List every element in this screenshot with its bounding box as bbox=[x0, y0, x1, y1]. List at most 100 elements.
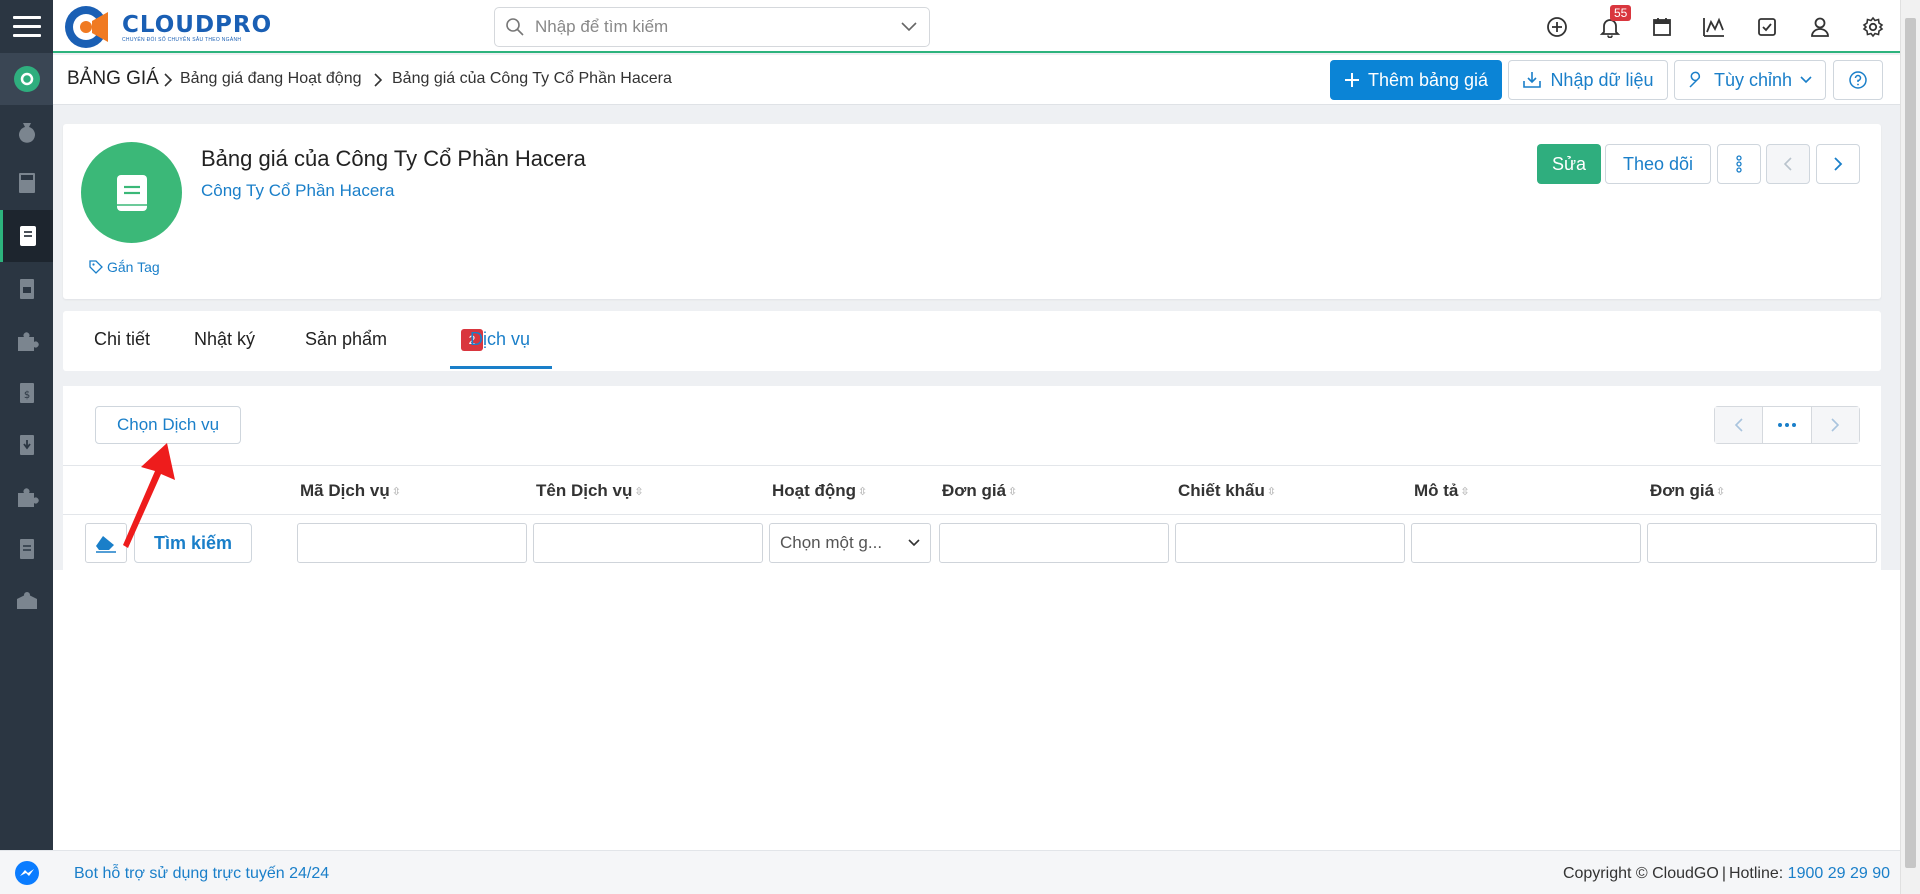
sort-icon: ⇳ bbox=[858, 485, 868, 498]
record-account-link[interactable]: Công Ty Cổ Phần Hacera bbox=[201, 181, 394, 201]
column-header-unit-price[interactable]: Đơn giá ⇳ bbox=[942, 481, 1017, 501]
gear-icon[interactable] bbox=[1859, 13, 1887, 41]
calculator-icon bbox=[18, 173, 35, 193]
filter-discount[interactable] bbox=[1175, 523, 1405, 563]
sidebar-item-extensions[interactable] bbox=[0, 315, 53, 367]
column-label: Chiết khấu bbox=[1178, 481, 1265, 500]
sidebar-item-files[interactable] bbox=[0, 523, 53, 575]
next-record-button[interactable] bbox=[1816, 144, 1860, 184]
sidebar-item-documents[interactable] bbox=[0, 263, 53, 315]
sidebar-item-sales[interactable] bbox=[0, 105, 53, 157]
help-button[interactable] bbox=[1833, 60, 1883, 100]
checkbox-icon[interactable] bbox=[1753, 13, 1781, 41]
breadcrumb-root[interactable]: BẢNG GIÁ bbox=[67, 68, 159, 90]
sort-icon: ⇳ bbox=[1266, 485, 1277, 498]
chevron-right-icon bbox=[374, 73, 383, 87]
sidebar-item-home[interactable] bbox=[0, 53, 53, 105]
logo-name: CLOUDPRO bbox=[122, 11, 273, 38]
copyright-label: Copyright © CloudGO bbox=[1562, 865, 1719, 882]
services-panel: Chọn Dịch vụ Mã Dịch vụ ⇳ Tên Dịch vụ ⇳ Ho… bbox=[63, 386, 1881, 570]
chevron-right-icon bbox=[164, 73, 173, 87]
sidebar-item-calculator[interactable] bbox=[0, 157, 53, 209]
tab-services[interactable]: Dịch vụ bbox=[449, 329, 553, 371]
logo[interactable]: CLOUDPRO CHUYỂN ĐỔI SỐ CHUYÊN SÂU THEO N… bbox=[62, 1, 272, 53]
annotation-arrow-icon bbox=[123, 443, 175, 548]
column-label: Mã Dịch vụ bbox=[300, 481, 390, 500]
tag-icon bbox=[89, 260, 103, 274]
messenger-icon[interactable] bbox=[14, 860, 40, 886]
record-header: Bảng giá của Công Ty Cổ Phần Hacera Công… bbox=[63, 124, 1881, 299]
table-header: Mã Dịch vụ ⇳ Tên Dịch vụ ⇳ Hoạt động ⇳ Đơn … bbox=[63, 465, 1881, 515]
more-actions-button[interactable] bbox=[1717, 144, 1761, 184]
customize-dropdown[interactable]: Tùy chỉnh bbox=[1674, 60, 1826, 100]
sidebar-item-inventory[interactable] bbox=[0, 575, 53, 627]
import-data-label: Nhập dữ liệu bbox=[1550, 69, 1654, 90]
page-menu-button[interactable] bbox=[1762, 407, 1812, 443]
column-header-discount[interactable]: Chiết khấu ⇳ bbox=[1178, 481, 1276, 501]
file-icon bbox=[19, 539, 34, 559]
previous-record-button[interactable] bbox=[1766, 144, 1810, 184]
chart-icon[interactable] bbox=[1700, 13, 1728, 41]
chevron-left-icon bbox=[1783, 157, 1792, 171]
scrollbar-thumb[interactable] bbox=[1905, 18, 1916, 868]
customize-label: Tùy chỉnh bbox=[1713, 69, 1793, 90]
filter-active-select[interactable]: Chọn một g... bbox=[769, 523, 931, 563]
column-header-service-name[interactable]: Tên Dịch vụ ⇳ bbox=[536, 481, 644, 501]
column-header-description[interactable]: Mô tả ⇳ bbox=[1414, 481, 1470, 501]
sidebar-item-pricebook[interactable] bbox=[0, 210, 53, 262]
home-circle-icon bbox=[13, 66, 40, 92]
chevron-down-icon[interactable] bbox=[889, 22, 929, 32]
column-header-service-code[interactable]: Mã Dịch vụ ⇳ bbox=[300, 481, 401, 501]
filter-list-price[interactable] bbox=[1647, 523, 1877, 563]
filter-service-code[interactable] bbox=[297, 523, 527, 563]
breadcrumb-item-active-pricebooks[interactable]: Bảng giá đang Hoạt động bbox=[180, 70, 361, 88]
logo-mark-icon bbox=[65, 6, 114, 48]
menu-toggle-icon[interactable] bbox=[0, 0, 53, 53]
download-icon bbox=[1523, 72, 1542, 88]
column-label: Đơn giá bbox=[942, 481, 1007, 500]
sidebar-item-downloads[interactable] bbox=[0, 419, 53, 471]
edit-button[interactable]: Sửa bbox=[1537, 144, 1601, 184]
support-bot-link[interactable]: Bot hỗ trợ sử dụng trực tuyến 24/24 bbox=[74, 865, 329, 883]
previous-page-button[interactable] bbox=[1715, 407, 1763, 443]
sort-icon: ⇳ bbox=[1008, 485, 1018, 498]
tab-history[interactable]: Nhật ký bbox=[194, 329, 255, 371]
import-data-button[interactable]: Nhập dữ liệu bbox=[1508, 60, 1668, 100]
filter-service-name[interactable] bbox=[533, 523, 763, 563]
column-header-active[interactable]: Hoạt động ⇳ bbox=[772, 481, 867, 501]
left-sidebar: $ bbox=[0, 53, 53, 850]
filter-unit-price[interactable] bbox=[939, 523, 1169, 563]
column-label: Đơn giá bbox=[1650, 481, 1715, 500]
footer: Bot hỗ trợ sử dụng trực tuyến 24/24 Copy… bbox=[0, 850, 1900, 894]
filter-description[interactable] bbox=[1411, 523, 1641, 563]
user-icon[interactable] bbox=[1806, 13, 1834, 41]
vertical-scrollbar[interactable] bbox=[1900, 0, 1920, 894]
vertical-dots-icon bbox=[1736, 155, 1742, 173]
search-input[interactable] bbox=[535, 17, 889, 37]
wrench-icon bbox=[1689, 71, 1701, 88]
global-search[interactable] bbox=[494, 7, 930, 47]
tab-products[interactable]: Sản phẩm bbox=[305, 329, 387, 371]
document-icon bbox=[19, 279, 34, 299]
add-pricebook-label: Thêm bảng giá bbox=[1367, 69, 1489, 90]
chevron-right-icon bbox=[1831, 418, 1840, 432]
add-pricebook-button[interactable]: Thêm bảng giá bbox=[1330, 60, 1502, 100]
chevron-down-icon bbox=[1800, 76, 1812, 84]
sidebar-item-invoices[interactable]: $ bbox=[0, 367, 53, 419]
empty-content-area bbox=[53, 570, 1900, 850]
follow-button[interactable]: Theo dõi bbox=[1605, 144, 1711, 184]
sidebar-item-plugins[interactable] bbox=[0, 471, 53, 523]
plus-circle-icon[interactable] bbox=[1543, 13, 1571, 41]
choose-service-button[interactable]: Chọn Dịch vụ bbox=[95, 406, 241, 444]
sort-icon: ⇳ bbox=[391, 485, 401, 498]
puzzle-icon bbox=[17, 488, 39, 507]
hotline-label: Hotline: bbox=[1728, 865, 1784, 882]
horizontal-dots-icon bbox=[1777, 423, 1796, 427]
add-tag-link[interactable]: Gắn Tag bbox=[89, 259, 160, 275]
calendar-icon[interactable] bbox=[1648, 13, 1676, 41]
column-header-list-price[interactable]: Đơn giá ⇳ bbox=[1650, 481, 1725, 501]
follow-label: Theo dõi bbox=[1622, 153, 1694, 174]
tab-details[interactable]: Chi tiết bbox=[94, 329, 150, 371]
hotline-number[interactable]: 1900 29 29 90 bbox=[1788, 865, 1890, 882]
next-page-button[interactable] bbox=[1811, 407, 1859, 443]
